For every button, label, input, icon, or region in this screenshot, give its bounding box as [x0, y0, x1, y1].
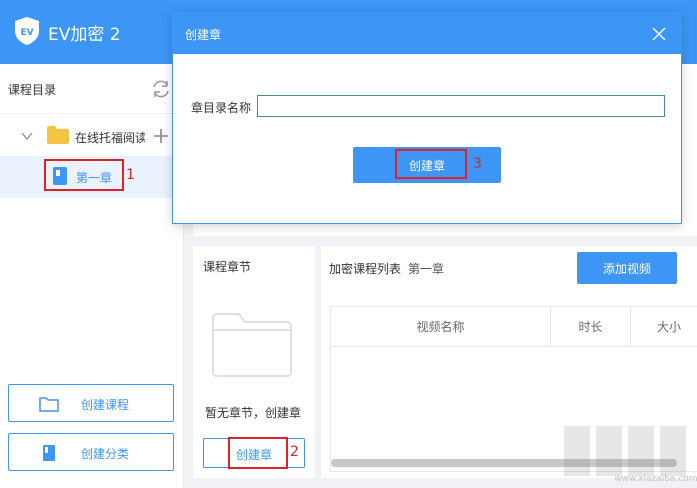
- chapter-label: 第一章: [76, 171, 113, 185]
- sidebar: 课程目录 在线托福阅读 第一章 1 创建课程 创建分类: [0, 64, 184, 488]
- annotation-number: 3: [473, 156, 482, 172]
- chevron-down-icon[interactable]: [20, 129, 34, 143]
- folder-outline-icon: [39, 397, 59, 412]
- svg-text:EV: EV: [20, 28, 33, 38]
- document-icon: [53, 167, 67, 185]
- empty-folder-icon: [212, 313, 292, 377]
- video-list-subtitle: 第一章: [408, 262, 445, 276]
- watermark-url: www.xiazaiba.com: [614, 474, 697, 484]
- chapter-panel-title: 课程章节: [203, 260, 252, 274]
- highlight-box-1: 第一章: [44, 159, 124, 191]
- app-title: EV加密 2: [48, 25, 121, 45]
- create-chapter-dialog: 创建章 章目录名称 创建章 3: [172, 12, 682, 224]
- sidebar-header-label: 课程目录: [8, 83, 57, 97]
- column-header-size[interactable]: 大小: [631, 307, 697, 347]
- chapter-panel: 课程章节 暂无章节，创建章 创建章 2: [193, 246, 315, 478]
- column-header-name[interactable]: 视频名称: [331, 307, 551, 347]
- empty-state-text: 暂无章节，创建章: [205, 406, 302, 420]
- folder-icon: [47, 126, 69, 144]
- annotation-number: 1: [126, 167, 135, 183]
- chapter-name-input[interactable]: [257, 95, 665, 117]
- book-icon: [43, 445, 55, 461]
- tree-item-course[interactable]: 在线托福阅读: [0, 116, 184, 156]
- ev-shield-logo-icon: EV: [15, 17, 39, 45]
- create-course-button[interactable]: 创建课程: [8, 384, 174, 422]
- refresh-icon[interactable]: [150, 78, 172, 100]
- table-header: 视频名称 时长 大小: [331, 307, 697, 347]
- dialog-header: 创建章: [173, 13, 681, 54]
- create-course-label: 创建课程: [81, 398, 130, 412]
- dialog-title: 创建章: [185, 28, 222, 42]
- close-icon[interactable]: [651, 26, 667, 42]
- sidebar-header: 课程目录: [0, 64, 184, 114]
- create-category-label: 创建分类: [81, 447, 130, 461]
- tree-item-label: 在线托福阅读: [75, 131, 145, 145]
- chapter-name-label: 章目录名称: [191, 101, 252, 115]
- dialog-create-chapter-label: 创建章: [409, 159, 446, 173]
- create-chapter-label: 创建章: [236, 448, 273, 462]
- create-category-button[interactable]: 创建分类: [8, 433, 174, 471]
- annotation-number: 2: [290, 444, 299, 460]
- column-header-duration[interactable]: 时长: [551, 307, 631, 347]
- add-chapter-plus-icon[interactable]: [152, 127, 170, 145]
- add-video-label: 添加视频: [603, 262, 652, 276]
- video-list-title: 加密课程列表: [329, 262, 402, 276]
- tree-item-chapter[interactable]: 第一章 1: [0, 156, 184, 198]
- add-video-button[interactable]: 添加视频: [577, 252, 677, 284]
